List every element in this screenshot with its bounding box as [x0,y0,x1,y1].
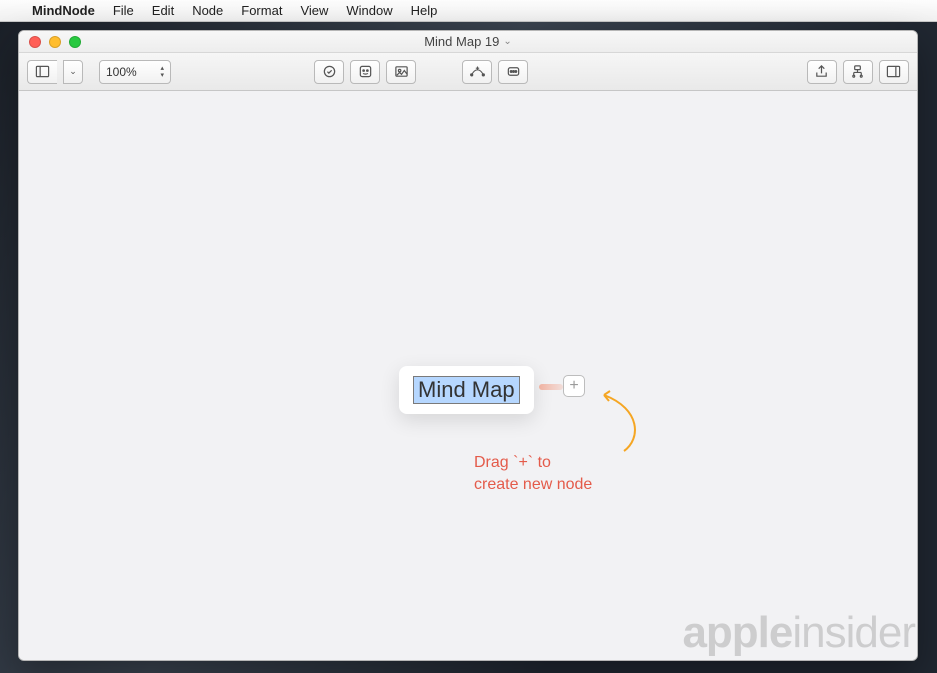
watermark: appleinsider [682,608,915,658]
sidebar-dropdown-button[interactable]: ⌄ [63,60,83,84]
zoom-stepper-arrows[interactable]: ▴▾ [160,65,164,79]
zoom-value: 100% [106,65,137,79]
connection-icon [470,64,485,79]
sidebar-toggle-button[interactable] [27,60,57,84]
macos-menu-bar: MindNode File Edit Node Format View Wind… [0,0,937,22]
tip-arrow [586,389,646,459]
zoom-button[interactable] [69,36,81,48]
zoom-stepper[interactable]: 100% ▴▾ [99,60,171,84]
watermark-thin: insider [792,608,915,657]
app-window: Mind Map 19 ⌄ ⌄ 100% ▴▾ [18,30,918,661]
close-button[interactable] [29,36,41,48]
note-button[interactable] [498,60,528,84]
tip-line-1: Drag `+` to [474,452,592,474]
root-node-text-input[interactable]: Mind Map [413,376,520,404]
image-button[interactable] [386,60,416,84]
menu-format[interactable]: Format [241,3,282,18]
share-button[interactable] [807,60,837,84]
sticker-icon [358,64,373,79]
onboarding-tip: Drag `+` to create new node [474,452,592,496]
menu-window[interactable]: Window [346,3,392,18]
minimize-button[interactable] [49,36,61,48]
sidebar-icon [35,64,50,79]
sticker-button[interactable] [350,60,380,84]
connection-button[interactable] [462,60,492,84]
chevron-down-icon: ⌄ [69,66,77,77]
image-icon [394,64,409,79]
menu-view[interactable]: View [300,3,328,18]
menu-edit[interactable]: Edit [152,3,174,18]
app-toolbar: ⌄ 100% ▴▾ [19,53,917,91]
inspector-panel-icon [886,64,901,79]
note-icon [506,64,521,79]
share-icon [814,64,829,79]
add-child-handle[interactable]: + [563,375,585,397]
mindmap-canvas[interactable]: Mind Map + Drag `+` to create new node a… [19,91,917,660]
root-node[interactable]: Mind Map [399,366,534,414]
node-connector [539,384,563,390]
menu-node[interactable]: Node [192,3,223,18]
outline-button[interactable] [843,60,873,84]
window-title: Mind Map 19 [424,34,499,49]
window-traffic-lights [19,36,81,48]
task-circle-icon [322,64,337,79]
outline-icon [850,64,865,79]
title-dropdown-icon[interactable]: ⌄ [503,36,511,47]
window-titlebar[interactable]: Mind Map 19 ⌄ [19,31,917,53]
menu-help[interactable]: Help [411,3,438,18]
menu-file[interactable]: File [113,3,134,18]
tip-line-2: create new node [474,474,592,496]
plus-icon: + [569,377,578,395]
task-button[interactable] [314,60,344,84]
watermark-bold: apple [682,608,792,657]
inspector-button[interactable] [879,60,909,84]
app-menu[interactable]: MindNode [32,3,95,18]
